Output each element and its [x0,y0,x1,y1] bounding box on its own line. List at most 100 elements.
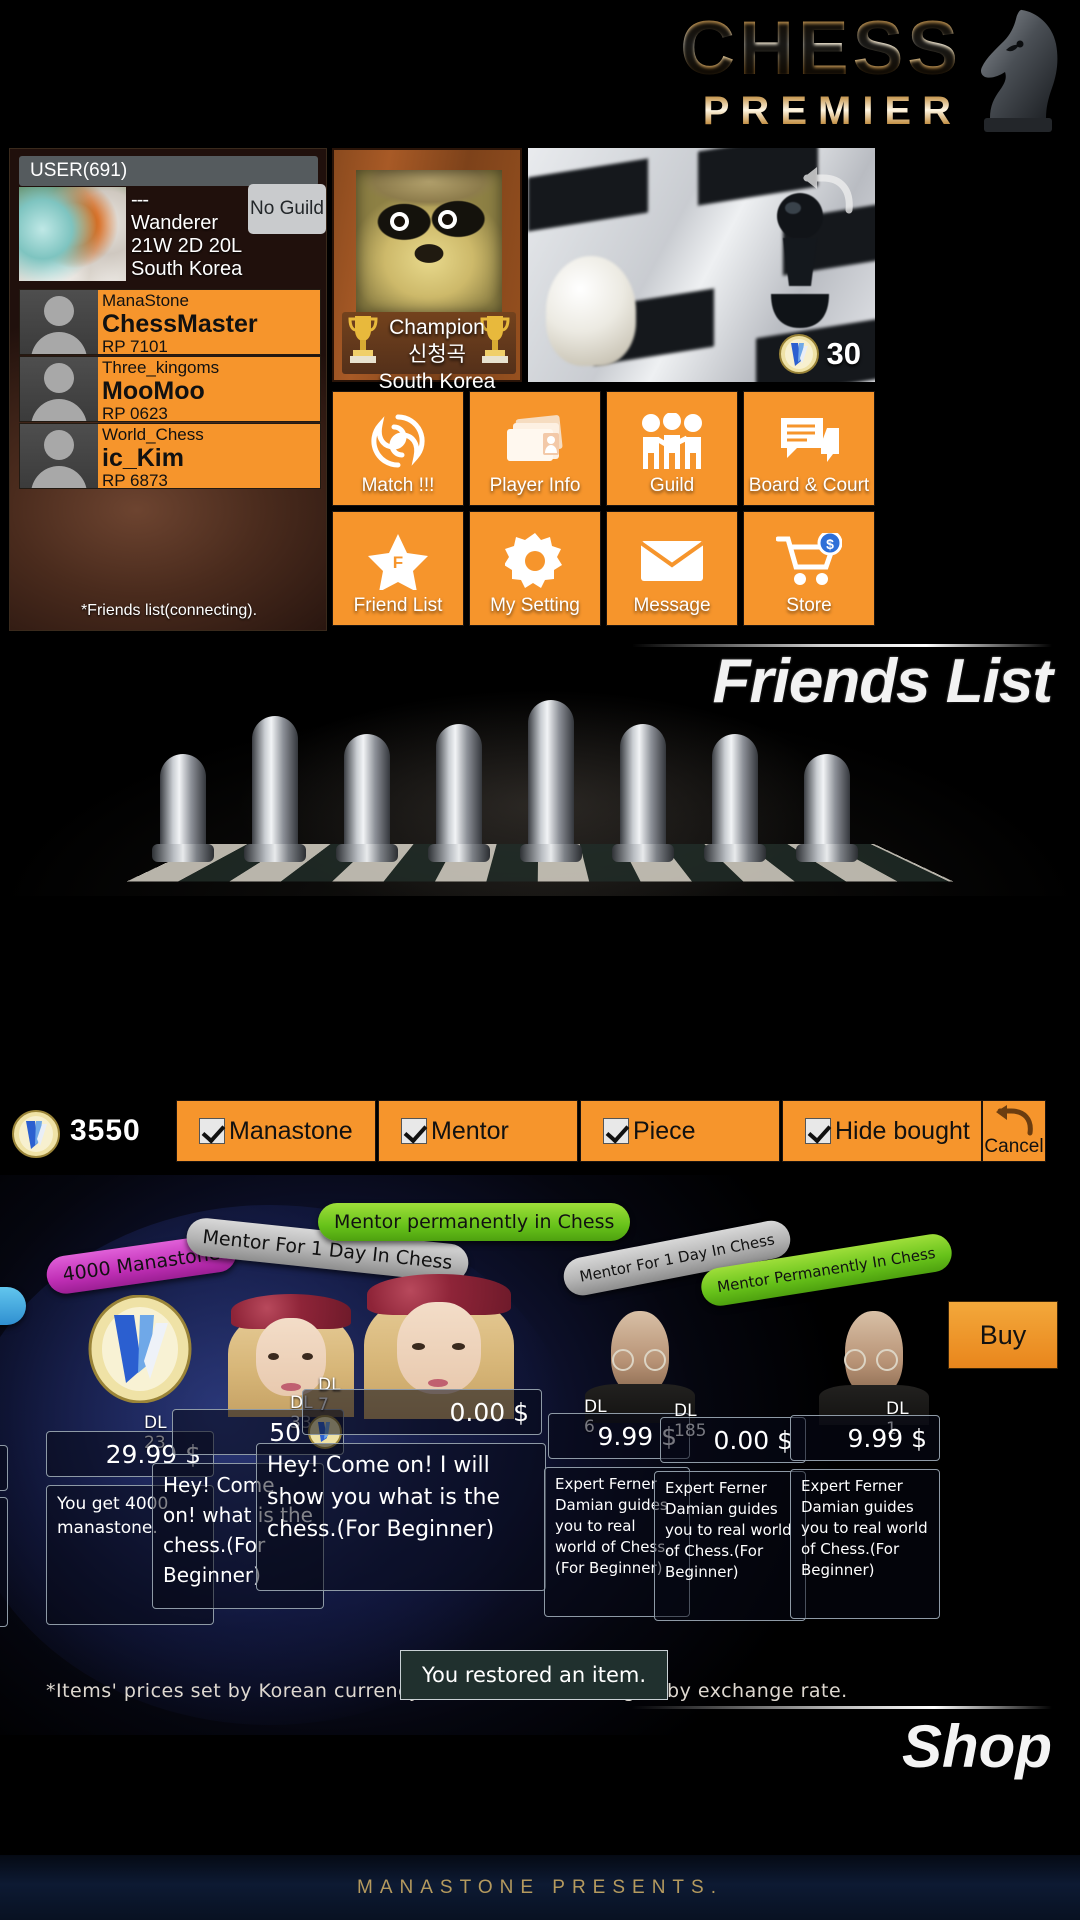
no-guild-button[interactable]: No Guild [248,184,326,234]
friend-rp: RP 7101 [102,337,168,356]
friend-list-item[interactable]: World_Chess ic_Kim RP 6873 [19,423,321,490]
user-country: South Korea [131,258,243,280]
user-rank: Wanderer [131,212,219,234]
menu-label: Guild [649,475,695,496]
manastone-coin-icon [778,334,819,374]
champion-avatar [356,170,502,314]
main-top-panel: USER(691) --- Wanderer 21W 2D 20L South … [0,148,1080,636]
star-icon: F [368,534,428,590]
friend-rp: RP 6873 [102,471,168,490]
friend-list-item[interactable]: ManaStone ChessMaster RP 7101 [19,289,321,356]
mana-value: 30 [826,336,861,371]
shop-title: Shop [902,1713,1052,1780]
svg-text:$: $ [826,536,834,552]
gear-icon [505,533,562,588]
champion-plate: Champion 신청곡 South Korea [342,312,516,393]
knight-icon [981,9,1058,132]
buy-button[interactable]: Buy [948,1301,1058,1369]
filter-checkbox-piece[interactable]: Piece [580,1100,780,1162]
checkbox[interactable] [805,1118,831,1144]
filter-checkbox-hide-bought[interactable]: Hide bought [782,1100,982,1162]
avatar [20,290,98,354]
main-menu-grid: Match !!! Player Info Guild Board & Cour… [332,391,876,631]
menu-button-guild[interactable]: Guild [606,391,738,506]
undo-arrow-icon [996,1105,1033,1136]
menu-button-board-court[interactable]: Board & Court [743,391,875,506]
menu-button-friend-list[interactable]: F Friend List [332,511,464,626]
undo-arrow-icon[interactable] [797,164,859,220]
menu-label: Board & Court [748,475,870,496]
friend-name: ic_Kim [102,444,184,472]
menu-label: Match !!! [361,475,435,496]
menu-button-player-info[interactable]: Player Info [469,391,601,506]
menu-label: Player Info [489,475,581,496]
footer-text: MANASTONE PRESENTS. [357,1876,723,1898]
checkbox[interactable] [603,1118,629,1144]
folder-card-icon [507,415,563,461]
shop-mana-amount: 3550 [70,1114,141,1147]
champion-card[interactable]: Champion 신청곡 South Korea [332,148,522,393]
swirl-icon [371,414,425,468]
filter-label: Mentor [431,1116,509,1145]
footer-bar: MANASTONE PRESENTS. [0,1855,1080,1920]
friend-list-item[interactable]: Three_kingoms MooMoo RP 0623 [19,356,321,423]
user-tab[interactable]: USER(691) [19,156,318,186]
male-mentor-portrait [814,1293,934,1425]
filter-label: Manastone [229,1116,353,1145]
friend-guild: ManaStone [102,291,189,310]
friends-list-banner-section: Friends List [0,636,1080,896]
filter-label: Piece [633,1116,696,1145]
user-record: 21W 2D 20L [131,235,243,257]
champion-label: Champion [389,316,485,339]
avatar [20,357,98,421]
cancel-button[interactable]: Cancel [982,1100,1046,1162]
filter-checkbox-manastone[interactable]: Manastone [176,1100,376,1162]
board-preview[interactable]: 30 [528,148,875,382]
user-dash: --- [131,189,149,211]
user-avatar [19,187,126,281]
item-price: 0.00 $ [660,1417,806,1463]
friends-list-banner-title: Friends List [712,647,1053,716]
item-price: 0.00 $ [302,1389,542,1435]
restore-toast: You restored an item. [400,1650,668,1700]
item-price: 9.99 $ [790,1415,940,1461]
manastone-coin-icon [12,1110,60,1158]
menu-button-my-setting[interactable]: My Setting [469,511,601,626]
menu-label: Message [633,595,711,616]
menu-button-store[interactable]: $ Store [743,511,875,626]
logo-title-top: CHESS [680,6,962,91]
menu-label: My Setting [490,595,580,616]
item-ribbon: Mentor permanently in Chess [318,1203,631,1241]
friends-connection-status: *Friends list(connecting). [80,602,258,619]
item-description: Hey! Come on! I will show you what is th… [256,1443,546,1591]
friend-guild: Three_kingoms [102,358,220,377]
game-logo: CHESS PREMIER [680,10,962,134]
envelope-icon [639,541,705,581]
white-piece [546,256,636,366]
menu-label: Friend List [353,595,443,616]
checkbox[interactable] [199,1118,225,1144]
friend-guild: World_Chess [102,425,204,444]
menu-label: Store [786,595,832,616]
logo-header: CHESS PREMIER [0,0,1080,160]
speech-board-icon [781,418,839,462]
shop-title-divider [632,1706,1052,1709]
avatar [20,424,98,488]
friend-name: ChessMaster [102,310,258,338]
cancel-label: Cancel [984,1136,1044,1157]
item-description: Expert Ferner Damian guides you to real … [790,1469,940,1619]
checkbox[interactable] [401,1118,427,1144]
friend-rp: RP 0623 [102,404,168,423]
filter-label: Hide bought [835,1116,970,1145]
friend-name: MooMoo [102,377,205,405]
people-group-icon [642,413,702,469]
shopping-cart-icon: $ [776,533,842,585]
manastone-coin-icon [88,1295,192,1403]
menu-button-message[interactable]: Message [606,511,738,626]
item-description: Expert Ferner Damian guides you to real … [654,1471,806,1621]
menu-button-match[interactable]: Match !!! [332,391,464,506]
user-info: --- Wanderer 21W 2D 20L South Korea [131,189,242,281]
shop-filter-bar: 3550 Manastone Mentor Piece Hide bought … [0,1100,1080,1168]
svg-text:F: F [393,553,403,572]
filter-checkbox-mentor[interactable]: Mentor [378,1100,578,1162]
